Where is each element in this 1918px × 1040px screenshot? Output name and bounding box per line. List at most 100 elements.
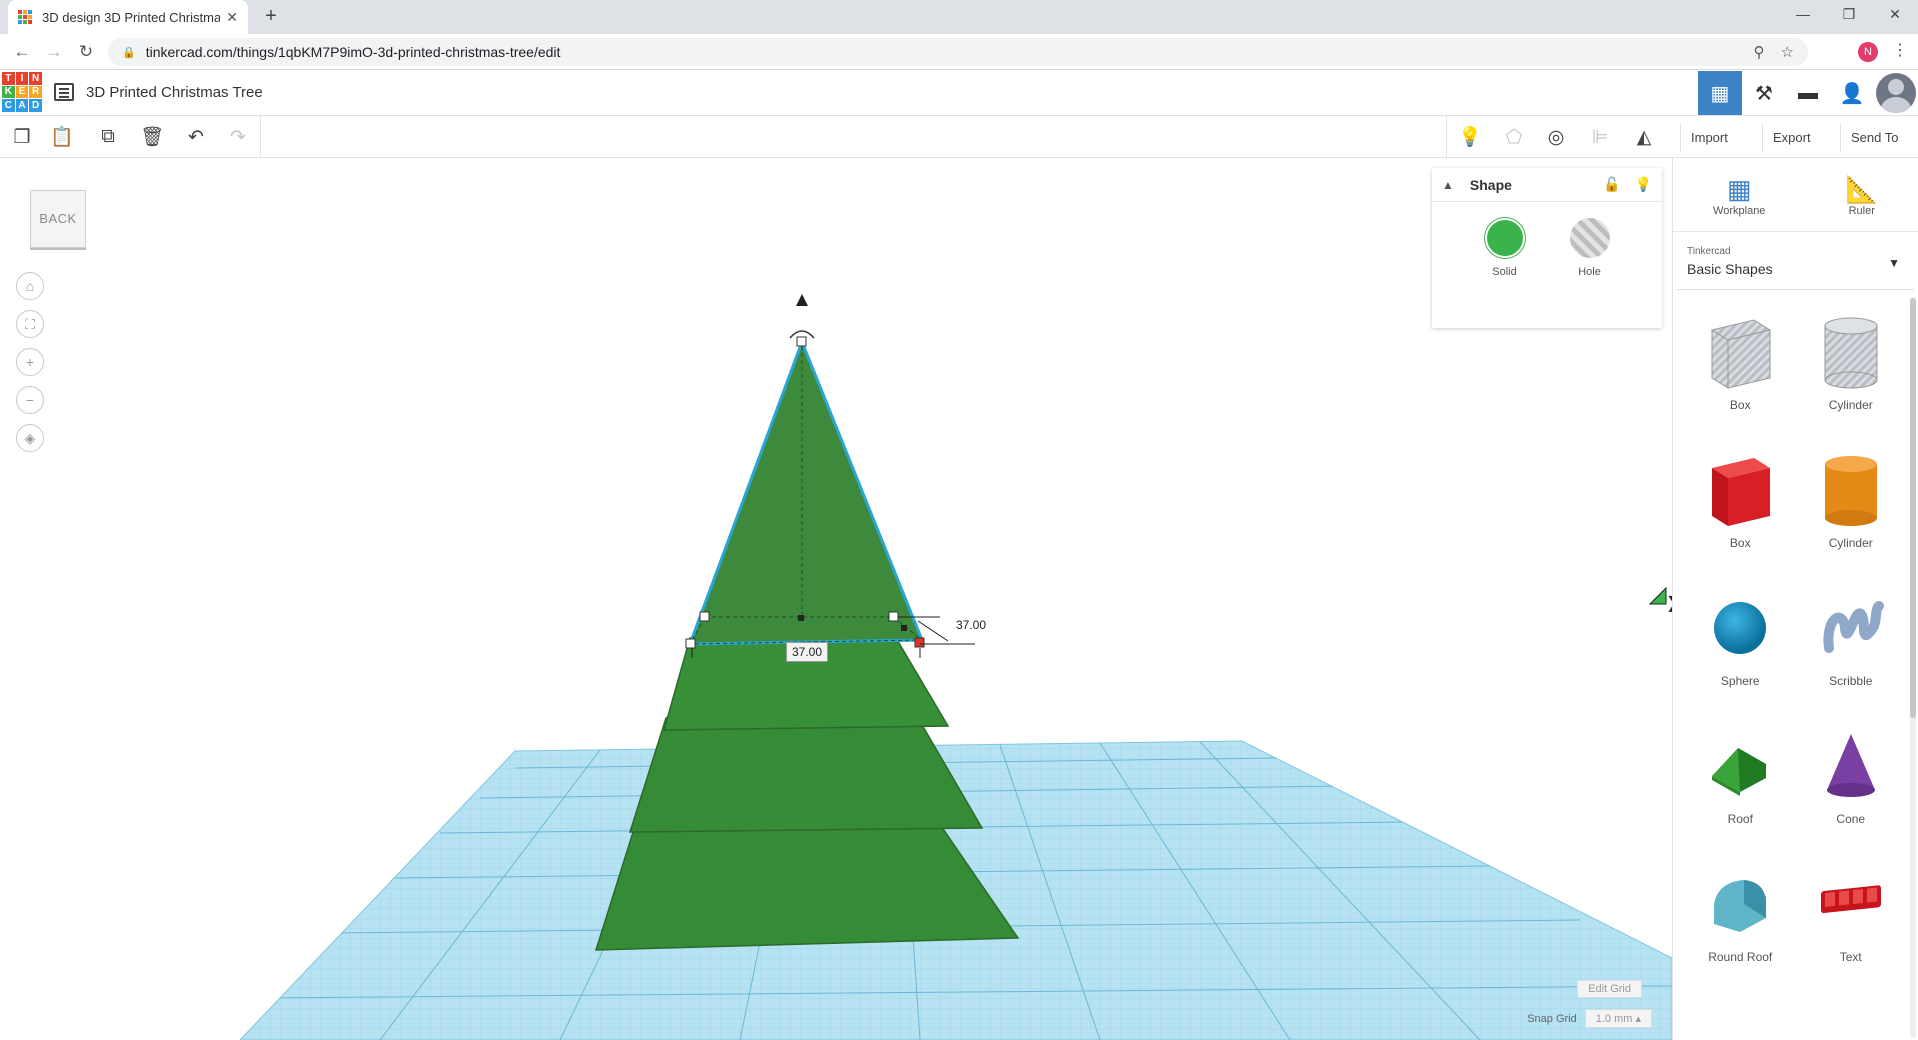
logo-letter: N [29, 72, 42, 85]
add-user-icon[interactable]: 👤 [1830, 71, 1874, 115]
roof-green-icon [1712, 748, 1767, 796]
redo-icon[interactable]: ↷ [224, 124, 252, 150]
corner-handle [685, 638, 696, 649]
back-arrow-icon[interactable]: ← [10, 40, 34, 64]
browser-menu-icon[interactable]: ⋮ [1892, 40, 1908, 60]
design-title[interactable]: 3D Printed Christmas Tree [86, 84, 263, 101]
shape-round-roof[interactable]: Round Roof [1685, 864, 1796, 988]
minimize-button[interactable]: — [1780, 0, 1826, 30]
ruler-tool[interactable]: 📐 Ruler [1846, 173, 1878, 217]
library-name: Basic Shapes [1687, 261, 1773, 277]
text-red-icon [1820, 885, 1881, 914]
browser-tab[interactable]: 3D design 3D Printed Christmas ✕ [8, 0, 248, 34]
solid-label: Solid [1492, 266, 1517, 278]
collapse-caret-icon[interactable]: ▲ [1442, 178, 1454, 192]
top-handle [796, 336, 807, 347]
delete-icon[interactable]: 🗑 [138, 124, 166, 150]
box-hole-icon [1710, 319, 1772, 389]
send-to-button[interactable]: Send To [1840, 124, 1908, 152]
user-avatar[interactable] [1876, 73, 1916, 113]
snap-grid-select[interactable]: 1.0 mm ▴ [1584, 1009, 1652, 1028]
workplane-icon: ▦ [1726, 173, 1752, 204]
shapes-scrollbar[interactable] [1910, 298, 1916, 1038]
zoom-icon[interactable]: ⚲ [1754, 43, 1765, 61]
duplicate-icon[interactable]: ⧉ [94, 124, 122, 150]
blocks-pickaxe-icon[interactable]: ⚒ [1742, 71, 1786, 115]
lock-icon: 🔒 [122, 46, 136, 59]
copy-icon[interactable]: ❐ [8, 124, 36, 150]
workplane-scene[interactable]: ❯ [0, 158, 1672, 1040]
shape-text[interactable]: Text [1796, 864, 1907, 988]
shape-roof[interactable]: Roof [1685, 726, 1796, 850]
edit-grid-button[interactable]: Edit Grid [1577, 980, 1642, 998]
perspective-toggle-icon[interactable]: ◈ [16, 424, 44, 452]
cone-purple-icon [1826, 734, 1875, 797]
bookmark-star-icon[interactable]: ☆ [1781, 43, 1794, 61]
shape-cylinder-hole[interactable]: Cylinder [1796, 312, 1907, 436]
shape-label: Cylinder [1828, 536, 1873, 550]
edit-toolbar: ❐ 📋 ⧉ 🗑 ↶ ↷ 💡 ⬠ ◎ ⊫ ◭ Import Export Send… [0, 116, 1918, 158]
hole-option[interactable]: Hole [1569, 218, 1610, 278]
corner-handle [888, 611, 899, 622]
mid-handle [798, 615, 804, 621]
paste-icon[interactable]: 📋 [48, 124, 76, 150]
fit-view-icon[interactable]: ⛶ [16, 310, 44, 338]
corner-handle [699, 611, 710, 622]
shape-library-select[interactable]: Tinkercad Basic Shapes ▼ [1677, 240, 1914, 290]
tab-title: 3D design 3D Printed Christmas [42, 9, 221, 25]
round-roof-icon [1714, 880, 1767, 932]
logo-letter: E [15, 85, 29, 99]
tab-close-icon[interactable]: ✕ [226, 9, 238, 26]
back-view-cube-button[interactable]: BACK [30, 190, 86, 248]
ungroup-icon[interactable]: ◎ [1542, 124, 1570, 150]
zoom-in-icon[interactable]: + [16, 348, 44, 376]
tinkercad-logo[interactable]: T I N K E R C A D [2, 72, 42, 112]
shape-box-red[interactable]: Box [1685, 450, 1796, 574]
shape-cone[interactable]: Cone [1796, 726, 1907, 850]
shape-sphere[interactable]: Sphere [1685, 588, 1796, 712]
new-tab-button[interactable]: + [260, 6, 282, 26]
workplane-tool[interactable]: ▦ Workplane [1713, 173, 1765, 217]
snap-grid-control: Snap Grid 1.0 mm ▴ [1527, 1009, 1652, 1028]
home-view-icon[interactable]: ⌂ [16, 272, 44, 300]
dimension-depth-input[interactable]: 37.00 [786, 642, 829, 662]
align-icon[interactable]: ⊫ [1586, 124, 1614, 150]
bricks-icon[interactable]: ▬ [1786, 71, 1830, 115]
tinkercad-favicon-icon [18, 10, 32, 24]
forward-arrow-icon[interactable]: → [42, 40, 66, 64]
corner-handle-active [914, 637, 925, 648]
logo-letter: T [2, 72, 15, 85]
profile-avatar[interactable]: N [1858, 42, 1878, 62]
hole-swatch[interactable] [1569, 218, 1610, 258]
export-button[interactable]: Export [1762, 124, 1821, 152]
reload-icon[interactable]: ↻ [74, 40, 98, 64]
shape-box-hole[interactable]: Box [1685, 312, 1796, 436]
3d-view-grid-icon[interactable]: ▦ [1698, 71, 1742, 115]
solid-color-swatch[interactable] [1484, 218, 1525, 258]
solid-option[interactable]: Solid [1484, 218, 1525, 278]
show-hidden-lightbulb-icon[interactable]: 💡 [1456, 124, 1484, 150]
zoom-out-icon[interactable]: − [16, 386, 44, 414]
lock-icon[interactable]: 🔓 [1603, 176, 1620, 193]
group-icon[interactable]: ⬠ [1500, 124, 1528, 150]
height-arrow-handle [796, 294, 808, 306]
restore-button[interactable]: ❐ [1826, 0, 1872, 30]
logo-letter: I [15, 72, 29, 85]
design-list-icon[interactable] [54, 83, 74, 101]
import-button[interactable]: Import [1680, 124, 1738, 152]
url-field[interactable]: 🔒 tinkercad.com/things/1qbKM7P9imO-3d-pr… [108, 38, 1808, 66]
logo-letter: R [29, 85, 42, 99]
shape-cylinder-orange[interactable]: Cylinder [1796, 450, 1907, 574]
shape-scribble[interactable]: Scribble [1796, 588, 1907, 712]
dimension-width-input[interactable]: 37.00 [952, 616, 991, 634]
logo-letter: D [29, 99, 42, 112]
ruler-label: Ruler [1848, 204, 1875, 217]
scribble-icon [1823, 601, 1884, 653]
url-text: tinkercad.com/things/1qbKM7P9imO-3d-prin… [145, 44, 561, 60]
3d-viewport[interactable]: ❯ BACK ⌂ ⛶ + − ◈ 37.00 37.00 Edit Grid S… [0, 158, 1672, 1040]
mirror-icon[interactable]: ◭ [1630, 124, 1658, 150]
close-window-button[interactable]: ✕ [1872, 0, 1918, 30]
cylinder-hole-icon [1824, 317, 1878, 389]
visibility-lightbulb-icon[interactable]: 💡 [1635, 176, 1652, 193]
undo-icon[interactable]: ↶ [182, 124, 210, 150]
